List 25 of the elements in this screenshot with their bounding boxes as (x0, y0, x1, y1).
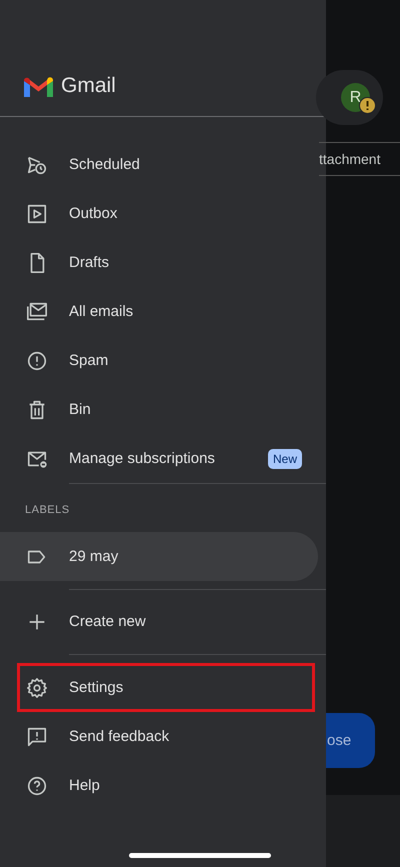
drawer-item[interactable]: Send feedback (17, 712, 315, 761)
compose-button[interactable]: ose (326, 713, 375, 768)
drawer-item[interactable]: All emails (0, 287, 326, 336)
help-icon (26, 774, 48, 796)
app-title: Gmail (61, 74, 116, 98)
drawer-item[interactable]: Bin (0, 385, 326, 434)
create-label-item[interactable]: Create new (0, 597, 326, 646)
new-badge: New (268, 448, 302, 468)
drawer-item[interactable]: Spam (0, 336, 326, 385)
section-heading: LABELS (24, 503, 71, 518)
logo-icon (24, 77, 53, 99)
attachment-chip[interactable]: ttachment (319, 142, 400, 176)
drawer-item[interactable]: Drafts (0, 238, 326, 287)
outbox-icon (26, 202, 48, 224)
alert-circle-icon (26, 350, 48, 372)
drawer-item[interactable]: Help (17, 761, 315, 810)
drawer-item[interactable]: Manage subscriptions New (0, 434, 326, 483)
label-item[interactable]: 29 may (0, 532, 318, 581)
home-indicator[interactable] (129, 853, 271, 858)
settings-icon (26, 676, 48, 698)
stacked-mail-icon (26, 300, 48, 322)
warning-icon (359, 97, 376, 114)
drawer-item[interactable]: Settings (17, 663, 315, 712)
drawer-item[interactable]: Outbox (0, 189, 326, 238)
feedback-icon (26, 726, 48, 748)
